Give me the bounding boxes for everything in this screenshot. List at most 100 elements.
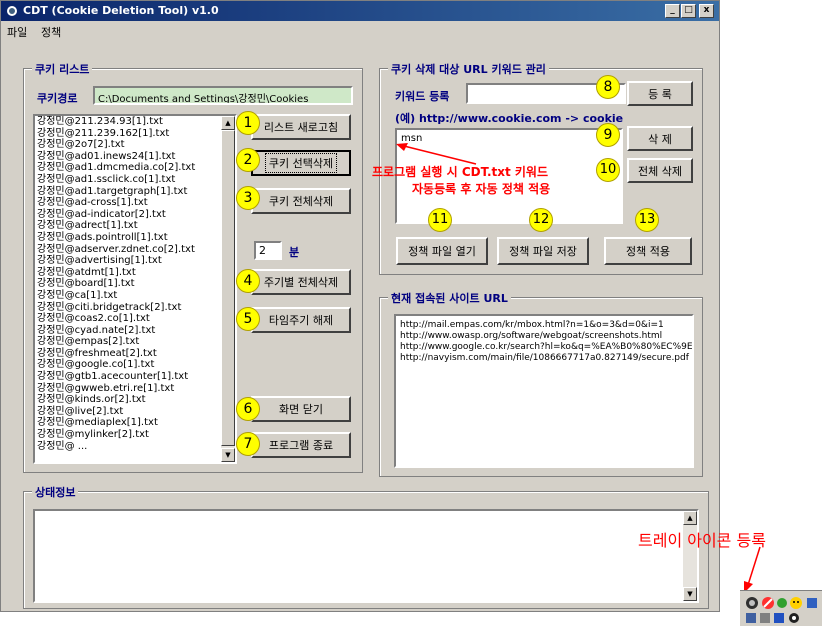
periodic-delete-button[interactable]: 주기별 전체삭제 — [251, 269, 351, 295]
cookie-list-scrollbar[interactable]: ▲ ▼ — [221, 116, 235, 462]
cancel-timer-label: 타임주기 해제 — [268, 314, 334, 327]
cookie-list-item[interactable]: 강정민@ad1.targetgraph[1].txt — [35, 186, 235, 198]
cookie-list-item[interactable]: 강정민@ads.pointroll[1].txt — [35, 232, 235, 244]
menu-policy[interactable]: 정책 — [41, 24, 61, 40]
cookie-list-item[interactable]: 강정민@ad1.ssclick.co[1].txt — [35, 174, 235, 186]
cookie-list-item[interactable]: 강정민@cyad.nate[2].txt — [35, 325, 235, 337]
badge-13: 13 — [635, 208, 659, 232]
cookie-path-field[interactable]: C:\Documents and Settings\강정민\Cookies — [93, 86, 353, 105]
status-scroll-up-icon[interactable]: ▲ — [683, 511, 697, 525]
minimize-button[interactable]: _ — [665, 4, 680, 18]
status-textarea[interactable]: ▲ ▼ — [33, 509, 699, 603]
keyword-label: 키워드 등록 — [395, 90, 450, 103]
cookie-list-item[interactable]: 강정민@2o7[2].txt — [35, 139, 235, 151]
delete-keyword-button[interactable]: 삭 제 — [627, 126, 693, 151]
open-policy-file-label: 정책 파일 열기 — [408, 245, 476, 258]
scroll-thumb[interactable] — [221, 130, 235, 446]
cookie-list-item[interactable]: 강정민@ad-indicator[2].txt — [35, 209, 235, 221]
cookie-list-item[interactable]: 강정민@coas2.co[1].txt — [35, 313, 235, 325]
cancel-timer-button[interactable]: 타임주기 해제 — [251, 307, 351, 333]
cookie-list-item[interactable]: 강정민@board[1].txt — [35, 278, 235, 290]
apply-policy-label: 정책 적용 — [626, 245, 670, 258]
url-list-item[interactable]: http://www.owasp.org/software/webgoat/sc… — [396, 331, 692, 342]
tray-puzzle-icon — [760, 613, 770, 623]
cookie-list-item[interactable]: 강정민@gwweb.etri.re[1].txt — [35, 383, 235, 395]
cookie-list-item[interactable]: 강정민@atdmt[1].txt — [35, 267, 235, 279]
scroll-down-icon[interactable]: ▼ — [221, 448, 235, 462]
register-keyword-button[interactable]: 등 록 — [627, 81, 693, 106]
cookie-list-item[interactable]: 강정민@empas[2].txt — [35, 336, 235, 348]
cookie-list-item[interactable]: 강정민@live[2].txt — [35, 406, 235, 418]
current-sites-legend: 현재 접속된 사이트 URL — [388, 290, 511, 306]
badge-5: 5 — [236, 307, 260, 331]
delete-keyword-label: 삭 제 — [648, 132, 672, 146]
delete-all-cookies-button[interactable]: 쿠키 전체삭제 — [251, 188, 351, 214]
keyword-group-legend: 쿠키 삭제 대상 URL 키워드 관리 — [388, 61, 549, 77]
status-scroll-down-icon[interactable]: ▼ — [683, 587, 697, 601]
status-legend: 상태정보 — [32, 484, 79, 500]
close-button[interactable]: x — [699, 4, 714, 18]
badge-4: 4 — [236, 269, 260, 293]
status-scrollbar[interactable]: ▲ ▼ — [683, 511, 697, 601]
cookie-list-item[interactable]: 강정민@gtb1.acecounter[1].txt — [35, 371, 235, 383]
tray-network-icon — [807, 598, 817, 608]
cookie-list-item[interactable]: 강정민@ad-cross[1].txt — [35, 197, 235, 209]
url-list-item[interactable]: http://navyism.com/main/file/1086667717a… — [396, 353, 692, 364]
cookie-list-item[interactable]: 강정민@ad01.inews24[1].txt — [35, 151, 235, 163]
tray-clock-icon — [789, 613, 799, 623]
cookie-path-label: 쿠키경로 — [37, 92, 78, 105]
tray-forbidden-icon — [762, 597, 774, 609]
cookie-list-item[interactable]: 강정민@adrect[1].txt — [35, 220, 235, 232]
cookie-list-item[interactable]: 강정민@211.234.93[1].txt — [35, 116, 235, 128]
cookie-list-item[interactable]: 강정민@google.co[1].txt — [35, 359, 235, 371]
refresh-list-button[interactable]: 리스트 새로고침 — [251, 114, 351, 140]
delete-all-cookies-label: 쿠키 전체삭제 — [268, 195, 334, 208]
tray-icons — [746, 597, 817, 623]
cookie-list-item[interactable]: 강정민@adserver.zdnet.co[2].txt — [35, 244, 235, 256]
badge-6: 6 — [236, 397, 260, 421]
tray-arrow-icon — [744, 546, 761, 593]
minutes-input[interactable]: 2 — [254, 241, 282, 260]
badge-2: 2 — [236, 148, 260, 172]
menu-bar: 파일 정책 — [1, 22, 719, 40]
exit-program-button[interactable]: 프로그램 종료 — [251, 432, 351, 458]
cookie-list-item[interactable]: 강정민@ca[1].txt — [35, 290, 235, 302]
exit-program-label: 프로그램 종료 — [268, 439, 334, 452]
maximize-button[interactable]: □ — [681, 4, 696, 18]
cookie-list-item[interactable]: 강정민@advertising[1].txt — [35, 255, 235, 267]
cookie-list-item[interactable]: 강정민@mylinker[2].txt — [35, 429, 235, 441]
title-bar[interactable]: CDT (Cookie Deletion Tool) v1.0 _ □ x — [1, 1, 719, 21]
cookie-list-item[interactable]: 강정민@kinds.or[2].txt — [35, 394, 235, 406]
url-list-item[interactable]: http://mail.empas.com/kr/mbox.html?n=1&o… — [396, 320, 692, 331]
cookie-list-item[interactable]: 강정민@freshmeat[2].txt — [35, 348, 235, 360]
delete-all-keywords-label: 전체 삭제 — [638, 164, 682, 178]
periodic-delete-label: 주기별 전체삭제 — [263, 276, 339, 289]
app-icon — [7, 6, 17, 16]
close-screen-button[interactable]: 화면 닫기 — [251, 396, 351, 422]
cookie-list-item[interactable]: 강정민@211.239.162[1].txt — [35, 128, 235, 140]
apply-policy-button[interactable]: 정책 적용 — [604, 237, 692, 265]
save-policy-file-label: 정책 파일 저장 — [509, 245, 577, 258]
cookie-list-item[interactable]: 강정민@ ... — [35, 441, 235, 453]
badge-1: 1 — [236, 111, 260, 135]
cookie-list-item[interactable]: 강정민@ad1.dmcmedia.co[2].txt — [35, 162, 235, 174]
badge-8: 8 — [596, 75, 620, 99]
current-sites-listbox[interactable]: http://mail.empas.com/kr/mbox.html?n=1&o… — [394, 314, 694, 468]
url-list-item[interactable]: http://www.google.co.kr/search?hl=ko&q=%… — [396, 342, 692, 353]
delete-selected-button[interactable]: 쿠키 선택삭제 — [251, 150, 351, 176]
scroll-up-icon[interactable]: ▲ — [221, 116, 235, 130]
tray-smile-icon — [790, 597, 802, 609]
system-tray — [740, 590, 822, 626]
cookie-list-item[interactable]: 강정민@mediaplex[1].txt — [35, 417, 235, 429]
badge-7: 7 — [236, 432, 260, 456]
url-items: http://mail.empas.com/kr/mbox.html?n=1&o… — [396, 316, 692, 364]
save-policy-file-button[interactable]: 정책 파일 저장 — [497, 237, 589, 265]
cookie-list-item[interactable]: 강정민@citi.bridgetrack[2].txt — [35, 302, 235, 314]
cookie-listbox[interactable]: 강정민@211.234.93[1].txt 강정민@211.239.162[1].… — [33, 114, 237, 464]
open-policy-file-button[interactable]: 정책 파일 열기 — [396, 237, 488, 265]
minutes-unit-label: 분 — [289, 246, 300, 259]
refresh-list-label: 리스트 새로고침 — [263, 121, 339, 134]
menu-file[interactable]: 파일 — [7, 24, 27, 40]
tray-cdt-icon — [746, 597, 758, 609]
delete-all-keywords-button[interactable]: 전체 삭제 — [627, 158, 693, 183]
